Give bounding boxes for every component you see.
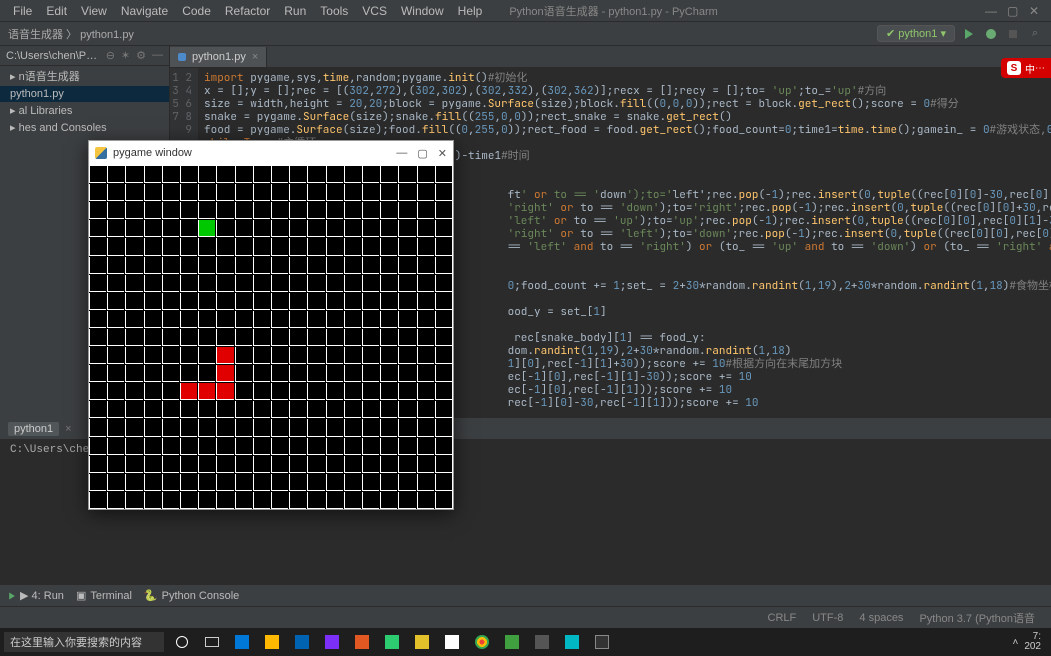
tree-node-selected[interactable]: python1.py	[0, 86, 169, 102]
window-close-icon[interactable]: ✕	[438, 147, 447, 160]
system-tray[interactable]: ˄ 7: 202	[1012, 632, 1047, 652]
project-path: C:\Users\chen\PycharmProjects\Py	[6, 50, 100, 62]
project-header: C:\Users\chen\PycharmProjects\Py ⊖ ✶ ⚙ —	[0, 46, 169, 66]
windows-taskbar: 在这里输入你要搜索的内容 ˄ 7: 202	[0, 628, 1051, 656]
collapse-icon[interactable]: ⊖	[106, 49, 115, 62]
taskbar-app-icon[interactable]	[320, 632, 344, 652]
tree-node[interactable]: ▸ al Libraries	[0, 102, 169, 119]
menu-code[interactable]: Code	[175, 4, 218, 18]
menu-view[interactable]: View	[74, 4, 114, 18]
taskbar-app-icon[interactable]	[380, 632, 404, 652]
window-maximize-icon[interactable]: ▢	[417, 147, 427, 160]
tray-clock[interactable]: 7: 202	[1024, 632, 1041, 652]
search-everywhere-icon[interactable]: ⌕	[1027, 26, 1043, 42]
tree-node[interactable]: ▸ hes and Consoles	[0, 119, 169, 136]
menu-refactor[interactable]: Refactor	[218, 4, 277, 18]
menu-file[interactable]: File	[6, 4, 39, 18]
menu-tools[interactable]: Tools	[313, 4, 355, 18]
menu-help[interactable]: Help	[451, 4, 490, 18]
debug-icon[interactable]	[983, 26, 999, 42]
run-config-selector[interactable]: ✔ python1 ▾	[877, 25, 955, 42]
taskbar-app-icon[interactable]	[260, 632, 284, 652]
taskbar-app-icon[interactable]	[560, 632, 584, 652]
stop-icon[interactable]	[1005, 26, 1021, 42]
window-close-icon[interactable]: ✕	[1029, 4, 1039, 18]
taskbar-app-icon[interactable]	[530, 632, 554, 652]
task-view-icon[interactable]	[200, 632, 224, 652]
status-bar: CRLF UTF-8 4 spaces Python 3.7 (Python语音	[0, 606, 1051, 628]
tree-node[interactable]: ▸ n语音生成器	[0, 66, 169, 86]
screen-recorder-badge[interactable]: S中 ⋯	[1001, 58, 1051, 78]
status-interpreter[interactable]: Python 3.7 (Python语音	[911, 610, 1043, 626]
breadcrumb[interactable]: 语音生成器 〉 python1.py	[8, 26, 134, 42]
main-menu-bar: File Edit View Navigate Code Refactor Ru…	[0, 0, 1051, 22]
run-tab-label[interactable]: python1	[8, 422, 59, 436]
taskbar-app-icon[interactable]	[410, 632, 434, 652]
pygame-window[interactable]: pygame window — ▢ ✕	[88, 140, 454, 510]
tab-label: python1.py	[192, 51, 246, 63]
hide-icon[interactable]: —	[152, 49, 163, 62]
window-minimize-icon[interactable]: —	[985, 4, 995, 18]
taskbar-app-icon[interactable]	[590, 632, 614, 652]
status-line-sep: CRLF	[760, 612, 805, 624]
taskbar-app-icon[interactable]	[470, 632, 494, 652]
window-minimize-icon[interactable]: —	[396, 147, 407, 160]
pygame-icon	[95, 147, 107, 159]
pygame-canvas	[89, 165, 453, 509]
project-settings-icon[interactable]: ✶	[121, 49, 130, 62]
editor-tab[interactable]: python1.py ×	[170, 47, 267, 67]
taskbar-app-icon[interactable]	[230, 632, 254, 652]
taskbar-app-icon[interactable]	[350, 632, 374, 652]
pygame-titlebar[interactable]: pygame window — ▢ ✕	[89, 141, 453, 165]
navigation-bar: 语音生成器 〉 python1.py ✔ python1 ▾ ⌕	[0, 22, 1051, 46]
close-icon[interactable]: ×	[65, 423, 71, 435]
window-maximize-icon[interactable]: ▢	[1007, 4, 1017, 18]
bottom-tool-tabs: ▶ 4: Run ▣ Terminal 🐍 Python Console	[0, 584, 1051, 606]
taskbar-search[interactable]: 在这里输入你要搜索的内容	[4, 632, 164, 652]
cortana-icon[interactable]	[170, 632, 194, 652]
taskbar-app-icon[interactable]	[290, 632, 314, 652]
menu-run[interactable]: Run	[277, 4, 313, 18]
taskbar-app-icon[interactable]	[500, 632, 524, 652]
python-console-button[interactable]: 🐍 Python Console	[144, 589, 239, 602]
editor-tabs: python1.py ×	[170, 46, 1051, 68]
menu-window[interactable]: Window	[394, 4, 451, 18]
gear-icon[interactable]: ⚙	[136, 49, 146, 62]
status-encoding[interactable]: UTF-8	[804, 612, 851, 624]
tray-chevron-icon[interactable]: ˄	[1012, 637, 1018, 648]
pygame-title: pygame window	[113, 147, 192, 159]
menu-edit[interactable]: Edit	[39, 4, 74, 18]
menu-vcs[interactable]: VCS	[355, 4, 394, 18]
status-indent[interactable]: 4 spaces	[851, 612, 911, 624]
menu-navigate[interactable]: Navigate	[114, 4, 175, 18]
taskbar-app-icon[interactable]	[440, 632, 464, 652]
run-toolwindow-button[interactable]: ▶ 4: Run	[8, 589, 64, 602]
run-icon[interactable]	[961, 26, 977, 42]
terminal-toolwindow-button[interactable]: ▣ Terminal	[76, 589, 132, 602]
close-icon[interactable]: ×	[252, 51, 258, 63]
window-title: Python语音生成器 - python1.py - PyCharm	[509, 3, 717, 19]
python-file-icon	[178, 53, 186, 61]
